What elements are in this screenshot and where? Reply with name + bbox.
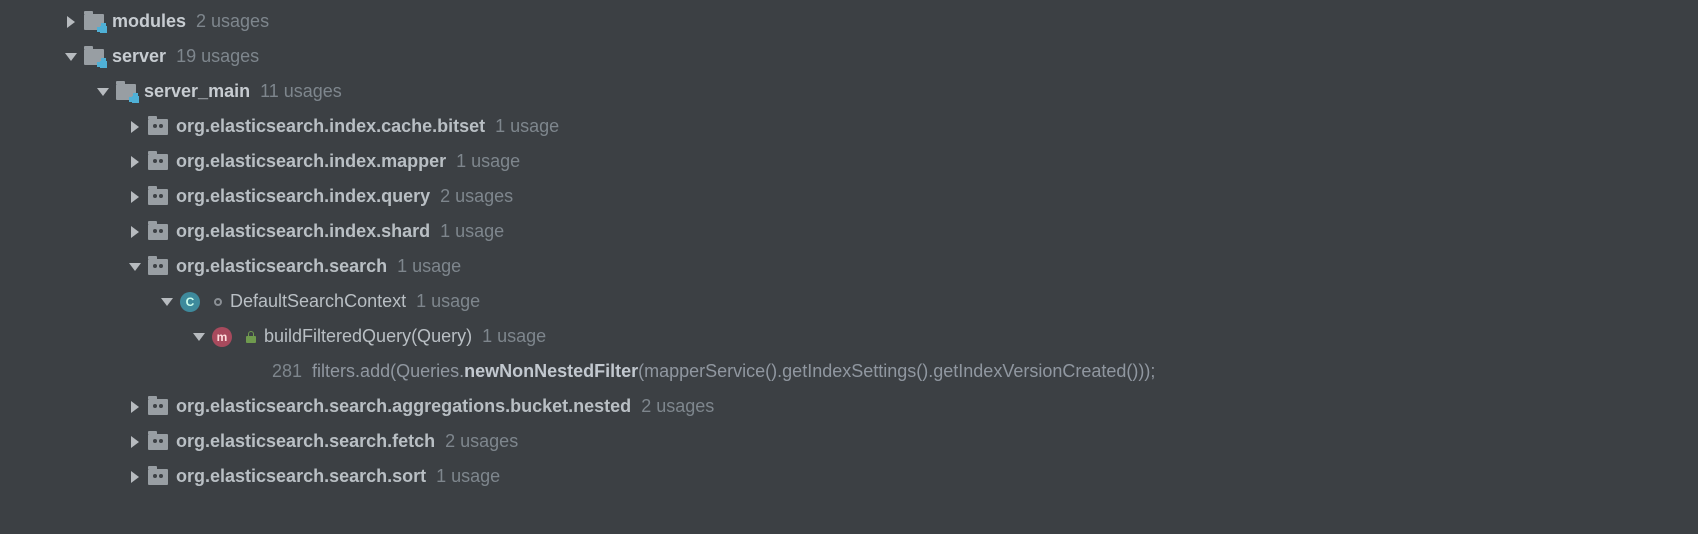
chevron-right-icon[interactable] (128, 155, 142, 169)
usage-count: 1 usage (397, 256, 461, 277)
module-label: modules (112, 11, 186, 32)
tree-row-server-main[interactable]: server_main 11 usages (0, 74, 1698, 109)
package-icon (148, 154, 168, 170)
chevron-right-icon[interactable] (128, 190, 142, 204)
code-suffix: (mapperService().getIndexSettings().getI… (638, 361, 1155, 381)
chevron-down-icon[interactable] (192, 330, 206, 344)
chevron-right-icon[interactable] (128, 120, 142, 134)
code-highlight: newNonNestedFilter (464, 361, 638, 381)
tree-row-pkg-bitset[interactable]: org.elasticsearch.index.cache.bitset 1 u… (0, 109, 1698, 144)
method-label: buildFilteredQuery(Query) (264, 326, 472, 347)
tree-row-class-dsc[interactable]: C DefaultSearchContext 1 usage (0, 284, 1698, 319)
package-label: org.elasticsearch.search.sort (176, 466, 426, 487)
package-label: org.elasticsearch.index.cache.bitset (176, 116, 485, 137)
package-label: org.elasticsearch.search.fetch (176, 431, 435, 452)
usage-count: 2 usages (440, 186, 513, 207)
package-icon (148, 119, 168, 135)
usage-count: 1 usage (436, 466, 500, 487)
usage-count: 2 usages (196, 11, 269, 32)
tree-row-usage-result[interactable]: 281 filters.add(Queries.newNonNestedFilt… (0, 354, 1698, 389)
package-label: org.elasticsearch.index.shard (176, 221, 430, 242)
chevron-down-icon[interactable] (128, 260, 142, 274)
chevron-right-icon[interactable] (128, 435, 142, 449)
usage-count: 2 usages (445, 431, 518, 452)
tree-row-modules[interactable]: modules 2 usages (0, 4, 1698, 39)
chevron-right-icon[interactable] (128, 470, 142, 484)
chevron-down-icon[interactable] (160, 295, 174, 309)
package-icon (148, 399, 168, 415)
chevron-right-icon[interactable] (64, 15, 78, 29)
module-folder-icon (84, 49, 104, 65)
tree-row-pkg-query[interactable]: org.elasticsearch.index.query 2 usages (0, 179, 1698, 214)
usage-count: 1 usage (440, 221, 504, 242)
usage-count: 11 usages (260, 81, 342, 102)
tree-row-pkg-shard[interactable]: org.elasticsearch.index.shard 1 usage (0, 214, 1698, 249)
tree-row-pkg-fetch[interactable]: org.elasticsearch.search.fetch 2 usages (0, 424, 1698, 459)
chevron-right-icon[interactable] (128, 400, 142, 414)
chevron-right-icon[interactable] (128, 225, 142, 239)
tree-row-pkg-agg-nested[interactable]: org.elasticsearch.search.aggregations.bu… (0, 389, 1698, 424)
code-snippet: filters.add(Queries.newNonNestedFilter(m… (312, 361, 1155, 382)
package-icon (148, 434, 168, 450)
package-label: org.elasticsearch.index.query (176, 186, 430, 207)
source-folder-label: server_main (144, 81, 250, 102)
usage-count: 1 usage (482, 326, 546, 347)
class-label: DefaultSearchContext (230, 291, 406, 312)
package-icon (148, 259, 168, 275)
code-prefix: filters.add(Queries. (312, 361, 464, 381)
tree-row-pkg-mapper[interactable]: org.elasticsearch.index.mapper 1 usage (0, 144, 1698, 179)
visibility-icon (246, 331, 256, 343)
tree-row-server[interactable]: server 19 usages (0, 39, 1698, 74)
source-folder-icon (116, 84, 136, 100)
tree-row-pkg-sort[interactable]: org.elasticsearch.search.sort 1 usage (0, 459, 1698, 494)
package-label: org.elasticsearch.search (176, 256, 387, 277)
usage-count: 19 usages (176, 46, 259, 67)
usage-count: 1 usage (416, 291, 480, 312)
package-icon (148, 189, 168, 205)
class-icon: C (180, 292, 200, 312)
package-label: org.elasticsearch.index.mapper (176, 151, 446, 172)
tree-row-method-bfq[interactable]: m buildFilteredQuery(Query) 1 usage (0, 319, 1698, 354)
package-label: org.elasticsearch.search.aggregations.bu… (176, 396, 631, 417)
modifier-icon (214, 298, 222, 306)
usage-count: 1 usage (495, 116, 559, 137)
line-number: 281 (272, 361, 302, 382)
package-icon (148, 224, 168, 240)
chevron-down-icon[interactable] (96, 85, 110, 99)
tree-row-pkg-search[interactable]: org.elasticsearch.search 1 usage (0, 249, 1698, 284)
module-label: server (112, 46, 166, 67)
usage-count: 2 usages (641, 396, 714, 417)
chevron-down-icon[interactable] (64, 50, 78, 64)
package-icon (148, 469, 168, 485)
usage-count: 1 usage (456, 151, 520, 172)
module-folder-icon (84, 14, 104, 30)
method-icon: m (212, 327, 232, 347)
